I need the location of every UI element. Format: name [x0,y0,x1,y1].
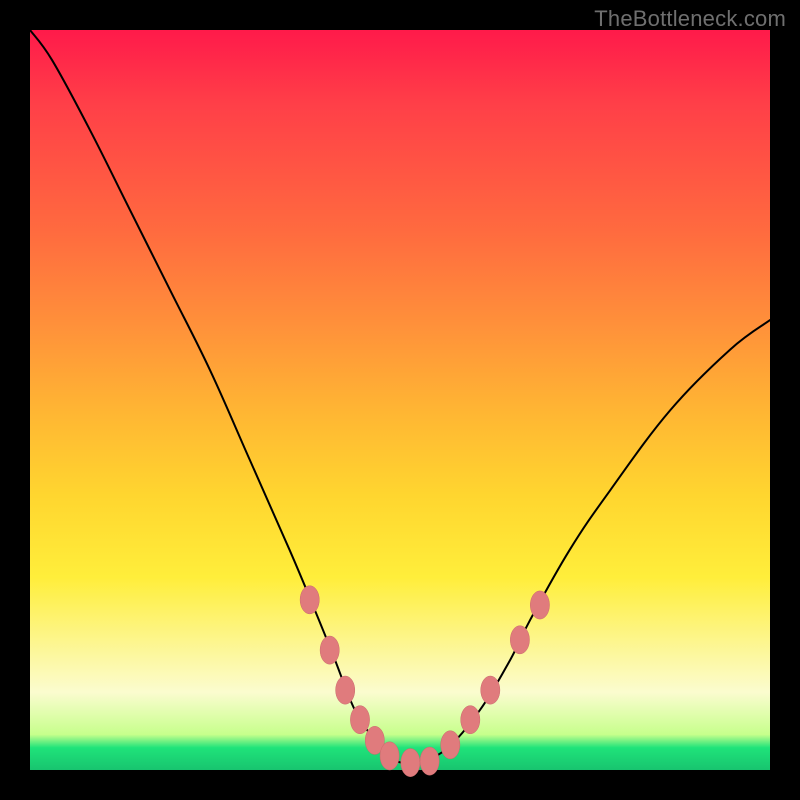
bead-marker [530,591,549,619]
bead-marker [481,676,500,704]
bottleneck-curve [30,30,770,764]
bead-marker [420,747,439,775]
curve-svg [30,30,770,770]
bead-marker [510,626,529,654]
bead-marker [441,731,460,759]
bead-marker [401,749,420,777]
bead-marker [300,586,319,614]
bead-marker [380,742,399,770]
beads-group [300,586,549,777]
bead-marker [350,706,369,734]
bead-marker [461,706,480,734]
bead-marker [320,636,339,664]
watermark-text: TheBottleneck.com [594,6,786,32]
chart-frame: TheBottleneck.com [0,0,800,800]
bead-marker [336,676,355,704]
plot-area [30,30,770,770]
